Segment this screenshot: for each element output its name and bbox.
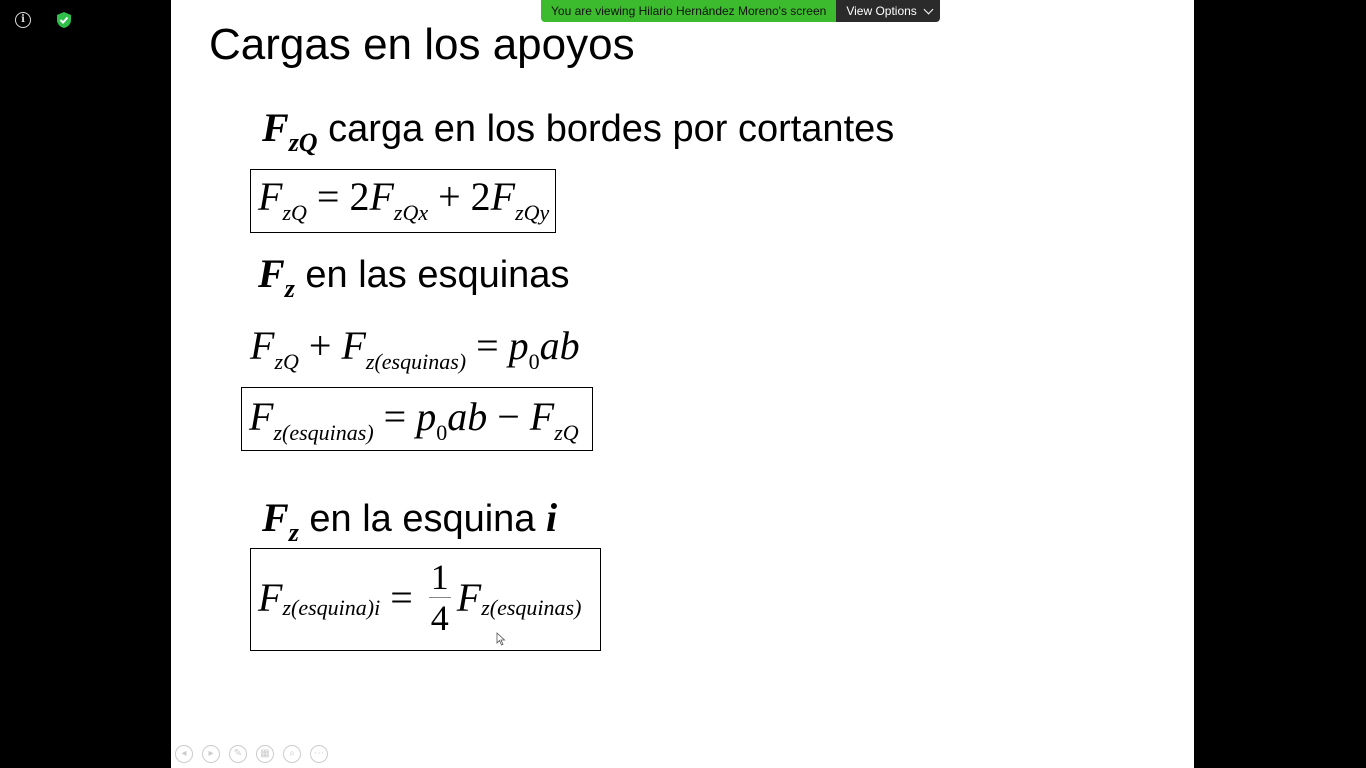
equation-3: Fz(esquinas) = p0ab − FzQ — [249, 394, 579, 445]
next-slide-button[interactable]: ▸ — [202, 745, 220, 763]
heading-text: carga en los bordes por cortantes — [317, 108, 895, 150]
mouse-cursor-icon — [496, 632, 506, 646]
equation-2: FzQ + Fz(esquinas) = p0ab — [250, 323, 580, 374]
var-F: F — [258, 251, 285, 296]
heading-text: en la esquina — [298, 498, 546, 540]
subscript: z — [284, 274, 295, 303]
section-heading-shear-loads: FzQ carga en los bordes por cortantes — [262, 104, 895, 157]
pen-tool-icon[interactable]: ✎ — [229, 745, 247, 763]
zoom-icon[interactable]: ⌕ — [283, 745, 301, 763]
subscript: zQ — [288, 128, 318, 157]
previous-slide-button[interactable]: ◂ — [175, 745, 193, 763]
equation-4: Fz(esquina)i = 1 4 Fz(esquinas) — [258, 557, 582, 638]
screen-share-banner: You are viewing Hilario Hernández Moreno… — [541, 0, 940, 22]
heading-text: en las esquinas — [294, 254, 570, 296]
subscript: z — [288, 518, 299, 547]
slide-title: Cargas en los apoyos — [209, 20, 635, 69]
section-heading-corners: Fz en las esquinas — [258, 250, 570, 303]
slides-grid-icon[interactable]: ▦ — [256, 745, 274, 763]
fraction: 14 — [428, 557, 451, 638]
view-options-label: View Options — [846, 4, 917, 18]
var-F: F — [262, 105, 289, 150]
section-heading-corner-i: Fz en la esquina i — [262, 494, 558, 547]
viewing-message: You are viewing Hilario Hernández Moreno… — [541, 0, 837, 22]
chevron-down-icon — [923, 4, 934, 14]
equation-1: FzQ = 2FzQx + 2FzQy — [258, 174, 550, 225]
info-icon[interactable]: i — [15, 12, 31, 28]
more-options-icon[interactable]: ⋯ — [310, 745, 328, 763]
shield-check-icon[interactable] — [56, 11, 72, 29]
var-i: i — [546, 495, 558, 540]
var-F: F — [262, 495, 289, 540]
view-options-button[interactable]: View Options — [836, 0, 940, 22]
